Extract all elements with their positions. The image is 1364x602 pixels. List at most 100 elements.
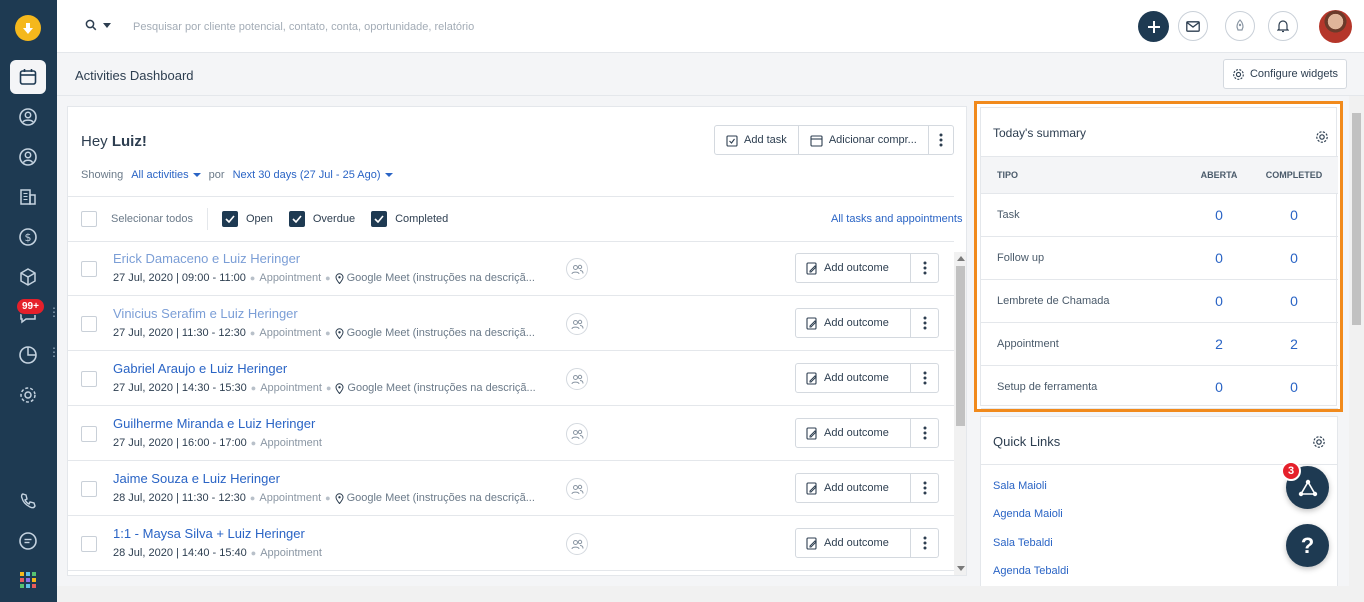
completed-status-checkbox[interactable] — [371, 211, 388, 227]
scrollbar-thumb[interactable] — [956, 266, 965, 426]
activity-checkbox[interactable] — [81, 536, 97, 552]
nav-contacts[interactable] — [10, 100, 46, 134]
quick-link[interactable]: Agenda Maioli — [993, 508, 1063, 520]
activity-title-link[interactable]: Jaime Souza e Luiz Heringer — [113, 471, 280, 486]
summary-completed-count[interactable]: 0 — [1252, 250, 1336, 266]
nav-settings[interactable] — [10, 378, 46, 412]
row-more-button[interactable] — [911, 474, 938, 502]
overdue-status-checkbox[interactable] — [288, 211, 305, 227]
page-vertical-scrollbar[interactable] — [1349, 96, 1364, 586]
greeting: Hey Luiz! — [81, 133, 147, 150]
scrollbar-thumb[interactable] — [1352, 113, 1361, 325]
attendees-button[interactable] — [566, 313, 588, 335]
global-search-input[interactable] — [133, 17, 733, 37]
activity-type-filter-label: All activities — [131, 169, 189, 181]
open-status-checkbox[interactable] — [221, 211, 238, 227]
add-appointment-button[interactable]: Adicionar compr... — [799, 126, 929, 154]
activity-title-link[interactable]: Guilherme Miranda e Luiz Heringer — [113, 416, 315, 431]
attendees-button[interactable] — [566, 423, 588, 445]
quick-link[interactable]: Agenda Tebaldi — [993, 565, 1069, 577]
app-logo[interactable] — [15, 15, 41, 41]
nav-phone[interactable] — [10, 484, 46, 518]
nav-products[interactable] — [10, 260, 46, 294]
col-tipo: TIPO — [997, 170, 1019, 180]
summary-completed-count[interactable]: 0 — [1252, 293, 1336, 309]
separator-dot: ● — [249, 273, 256, 283]
more-options-icon[interactable]: ⋮ — [48, 306, 60, 318]
user-avatar[interactable] — [1319, 10, 1352, 43]
nav-leads[interactable] — [10, 140, 46, 174]
nav-reports[interactable] — [10, 338, 46, 372]
activity-checkbox[interactable] — [81, 261, 97, 277]
more-actions-button[interactable] — [929, 126, 953, 154]
quick-link[interactable]: Sala Tebaldi — [993, 537, 1053, 549]
activity-list: Erick Damaceno e Luiz Heringer 27 Jul, 2… — [68, 241, 954, 571]
activity-list-scrollbar[interactable] — [954, 252, 966, 575]
summary-aberta-count[interactable]: 2 — [1186, 336, 1252, 352]
attendees-button[interactable] — [566, 478, 588, 500]
activity-checkbox[interactable] — [81, 316, 97, 332]
chevron-down-icon — [384, 173, 393, 177]
updates-button[interactable] — [1225, 11, 1255, 41]
summary-aberta-count[interactable]: 0 — [1186, 207, 1252, 223]
add-task-button[interactable]: Add task — [715, 126, 799, 154]
row-more-button[interactable] — [911, 364, 938, 392]
activity-title-link[interactable]: Gabriel Araujo e Luiz Heringer — [113, 361, 287, 376]
row-more-button[interactable] — [911, 254, 938, 282]
activity-checkbox[interactable] — [81, 481, 97, 497]
email-button[interactable] — [1178, 11, 1208, 41]
todays-summary-highlight: Today's summary TIPO ABERTA COMPLETED Ta… — [974, 101, 1343, 412]
gear-icon[interactable] — [1312, 435, 1326, 449]
row-more-button[interactable] — [911, 309, 938, 337]
summary-aberta-count[interactable]: 0 — [1186, 250, 1252, 266]
search-scope-selector[interactable] — [85, 19, 111, 31]
period-filter[interactable]: Next 30 days (27 Jul - 25 Ago) — [233, 169, 393, 181]
summary-completed-count[interactable]: 2 — [1252, 336, 1336, 352]
select-all-checkbox[interactable] — [81, 211, 97, 227]
add-outcome-button[interactable]: Add outcome — [796, 254, 911, 282]
attendees-button[interactable] — [566, 533, 588, 555]
activity-checkbox[interactable] — [81, 371, 97, 387]
edit-note-icon — [806, 426, 817, 440]
attendees-button[interactable] — [566, 368, 588, 390]
add-outcome-button[interactable]: Add outcome — [796, 529, 911, 557]
add-outcome-button[interactable]: Add outcome — [796, 309, 911, 337]
nav-calendar[interactable] — [10, 60, 46, 94]
gear-icon[interactable] — [1315, 130, 1329, 144]
activity-title-link[interactable]: Vinicius Serafim e Luiz Heringer — [113, 306, 298, 321]
users-icon — [571, 374, 583, 384]
nav-messages[interactable] — [10, 524, 46, 558]
quick-add-button[interactable] — [1138, 11, 1169, 42]
add-outcome-button[interactable]: Add outcome — [796, 474, 911, 502]
add-outcome-button[interactable]: Add outcome — [796, 419, 911, 447]
separator-dot: ● — [325, 328, 331, 338]
notifications-button[interactable] — [1268, 11, 1298, 41]
activity-title-link[interactable]: 1:1 - Maysa Silva + Luiz Heringer — [113, 526, 305, 541]
activity-checkbox[interactable] — [81, 426, 97, 442]
edit-note-icon — [806, 316, 817, 330]
summary-aberta-count[interactable]: 0 — [1186, 293, 1252, 309]
configure-widgets-button[interactable]: Configure widgets — [1223, 59, 1347, 89]
quick-link[interactable]: Sala Maioli — [993, 480, 1047, 492]
row-more-button[interactable] — [911, 529, 938, 557]
add-outcome-group: Add outcome — [795, 363, 939, 393]
summary-completed-count[interactable]: 0 — [1252, 379, 1336, 395]
activity-meta: 27 Jul, 2020 | 09:00 - 11:00 ● Appointme… — [113, 272, 535, 284]
nav-accounts[interactable] — [10, 180, 46, 214]
summary-aberta-count[interactable]: 0 — [1186, 379, 1252, 395]
nav-deals[interactable]: $ — [10, 220, 46, 254]
app-grid-icon — [20, 572, 36, 588]
scroll-up-arrow[interactable] — [957, 256, 965, 261]
help-button[interactable]: ? — [1286, 524, 1329, 567]
more-options-icon[interactable]: ⋮ — [48, 346, 60, 358]
activity-type-filter[interactable]: All activities — [131, 169, 201, 181]
page-horizontal-scrollbar[interactable] — [57, 586, 1364, 602]
attendees-button[interactable] — [566, 258, 588, 280]
activity-title-link[interactable]: Erick Damaceno e Luiz Heringer — [113, 251, 300, 266]
row-more-button[interactable] — [911, 419, 938, 447]
nav-apps[interactable] — [10, 563, 46, 597]
summary-completed-count[interactable]: 0 — [1252, 207, 1336, 223]
all-tasks-link[interactable]: All tasks and appointments — [831, 213, 962, 225]
scroll-down-arrow[interactable] — [957, 566, 965, 571]
add-outcome-button[interactable]: Add outcome — [796, 364, 911, 392]
